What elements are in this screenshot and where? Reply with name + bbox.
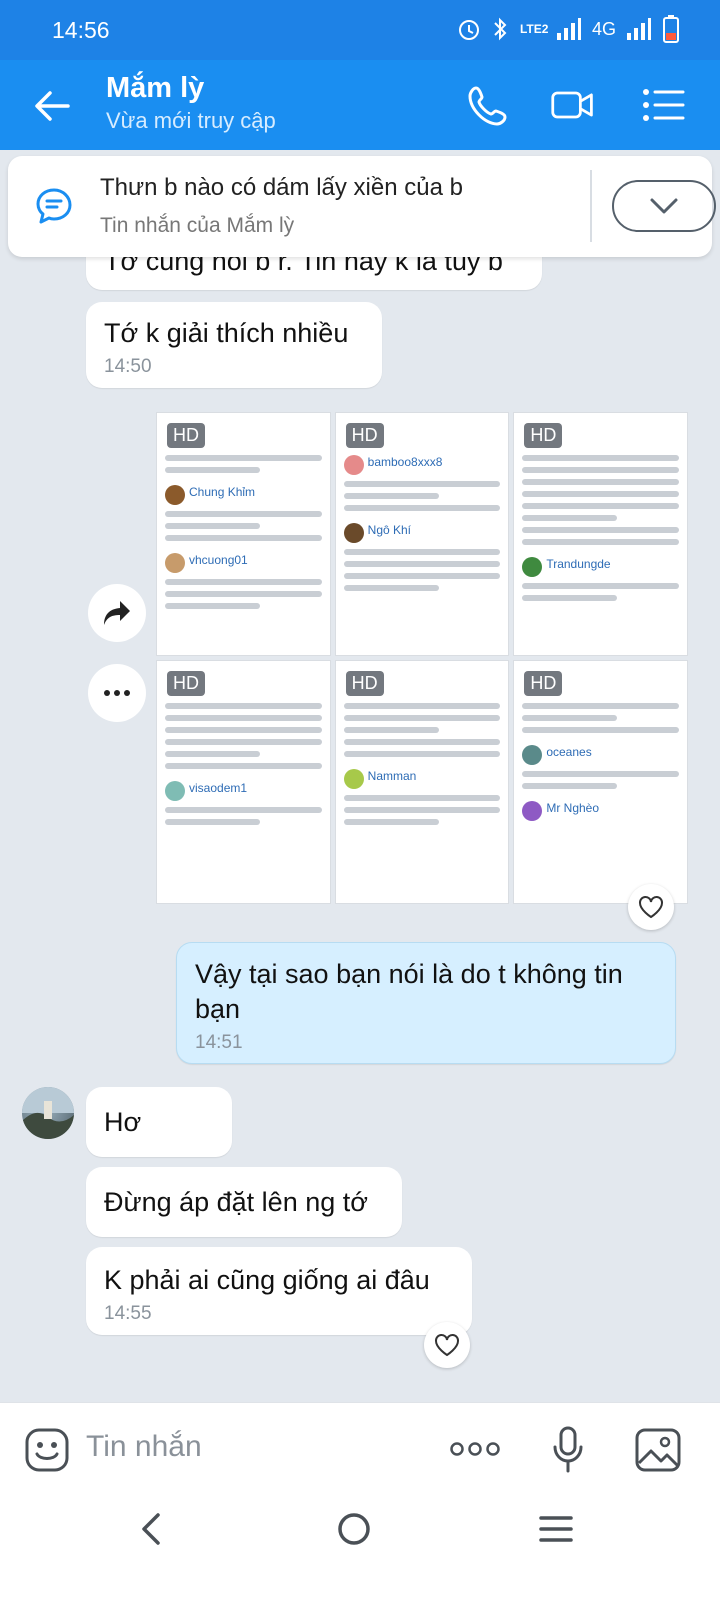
signal-2-icon bbox=[627, 18, 651, 40]
hd-badge: HD bbox=[345, 671, 384, 696]
avatar bbox=[165, 553, 185, 573]
message-text: Vậy tại sao bạn nói là do t không tin bạ… bbox=[195, 959, 623, 1024]
microphone-icon[interactable] bbox=[552, 1425, 584, 1475]
bluetooth-icon bbox=[494, 17, 507, 41]
pinned-message-bar[interactable]: Thưn b nào có dám lấy xiền của b Tin nhắ… bbox=[8, 156, 716, 257]
message-time: 14:50 bbox=[104, 356, 152, 377]
divider bbox=[590, 170, 592, 242]
alarm-icon bbox=[458, 20, 479, 40]
photo-thumbnail[interactable]: HD visaodem1 bbox=[156, 660, 331, 904]
message-time: 14:55 bbox=[104, 1303, 152, 1324]
photo-thumbnail[interactable]: HD Namman bbox=[334, 660, 510, 904]
hd-badge: HD bbox=[167, 423, 205, 448]
chevron-down-icon bbox=[650, 198, 678, 214]
message-text: K phải ai cũng giống ai đâu bbox=[104, 1265, 430, 1295]
expand-button[interactable] bbox=[612, 180, 716, 232]
photo-username: Ngô Khí bbox=[367, 523, 412, 537]
pinned-text: Thưn b nào có dám lấy xiền của b bbox=[100, 174, 463, 201]
signal-icon bbox=[556, 18, 581, 40]
photo-username: Namman bbox=[367, 769, 417, 783]
chat-header: Mắm lỳ Vừa mới truy cập bbox=[0, 60, 720, 150]
contact-name[interactable]: Mắm lỳ bbox=[106, 72, 204, 105]
more-dots-icon[interactable] bbox=[450, 1441, 500, 1457]
photo-thumbnail[interactable]: HD oceanes Mr Nghèo bbox=[513, 660, 688, 904]
status-bar: 14:56 LTE2 4G bbox=[0, 0, 720, 60]
hd-badge: HD bbox=[524, 423, 563, 448]
image-gallery-icon[interactable] bbox=[634, 1427, 682, 1473]
sticker-icon[interactable] bbox=[24, 1427, 70, 1473]
back-arrow-icon[interactable] bbox=[30, 84, 74, 128]
react-button[interactable] bbox=[628, 884, 674, 930]
message-bubble[interactable]: K phải ai cũng giống ai đâu 14:55 bbox=[86, 1247, 472, 1335]
nav-recents-icon[interactable] bbox=[538, 1514, 574, 1544]
message-bubble[interactable]: Đừng áp đặt lên ng tớ bbox=[86, 1167, 402, 1237]
avatar-image bbox=[22, 1087, 74, 1139]
avatar bbox=[343, 769, 364, 789]
hd-badge: HD bbox=[167, 671, 205, 696]
avatar bbox=[522, 801, 543, 821]
nav-back-icon[interactable] bbox=[136, 1512, 166, 1546]
menu-icon[interactable] bbox=[640, 82, 686, 128]
photo-thumbnail[interactable]: HD Trandungde bbox=[513, 412, 688, 656]
photo-username: vhcuong01 bbox=[189, 553, 248, 567]
share-arrow-icon bbox=[104, 601, 130, 625]
chat-bubble-icon bbox=[36, 188, 72, 224]
avatar bbox=[522, 745, 543, 765]
message-text: Đừng áp đặt lên ng tớ bbox=[104, 1187, 368, 1217]
pinned-sub: Tin nhắn của Mắm lỳ bbox=[100, 214, 295, 237]
heart-icon bbox=[639, 896, 663, 919]
photo-username: Chung Khỉm bbox=[189, 485, 256, 499]
status-time: 14:56 bbox=[52, 17, 110, 43]
avatar bbox=[165, 485, 185, 505]
message-bubble[interactable]: Hơ bbox=[86, 1087, 232, 1157]
hd-badge: HD bbox=[345, 423, 384, 448]
photo-username: Trandungde bbox=[546, 557, 611, 571]
message-time: 14:51 bbox=[195, 1032, 243, 1053]
photo-thumbnail[interactable]: HD Chung Khỉm vhcuong01 bbox=[156, 412, 331, 656]
message-text: Tớ k giải thích nhiều bbox=[104, 318, 349, 348]
photo-username: Mr Nghèo bbox=[546, 801, 600, 815]
my-message-bubble[interactable]: Vậy tại sao bạn nói là do t không tin bạ… bbox=[176, 942, 676, 1064]
message-bubble[interactable]: Tớ k giải thích nhiều 14:50 bbox=[86, 302, 382, 388]
more-options-button[interactable] bbox=[88, 664, 146, 722]
avatar bbox=[343, 523, 364, 543]
react-button[interactable] bbox=[424, 1322, 470, 1368]
contact-status: Vừa mới truy cập bbox=[106, 108, 276, 133]
photo-album[interactable]: HD Chung Khỉm vhcuong01 HD bamboo8xxx8 N… bbox=[156, 412, 688, 904]
message-text: Hơ bbox=[104, 1107, 142, 1137]
avatar bbox=[522, 557, 543, 577]
contact-avatar[interactable] bbox=[22, 1087, 74, 1139]
status-icons: LTE2 4G bbox=[458, 14, 680, 44]
phone-call-icon[interactable] bbox=[466, 82, 512, 128]
heart-icon bbox=[435, 1334, 459, 1357]
avatar bbox=[343, 455, 364, 475]
forward-button[interactable] bbox=[88, 584, 146, 642]
message-list[interactable]: Tớ cũng nói b r. Tin hay k là tùy b Tớ k… bbox=[0, 150, 720, 1430]
dots-icon bbox=[104, 690, 130, 696]
photo-thumbnail[interactable]: HD bamboo8xxx8 Ngô Khí bbox=[334, 412, 510, 656]
network-type: 4G bbox=[591, 18, 616, 39]
photo-username: visaodem1 bbox=[189, 781, 248, 795]
hd-badge: HD bbox=[524, 671, 563, 696]
photo-username: bamboo8xxx8 bbox=[367, 455, 443, 469]
volte-icon: LTE2 bbox=[519, 22, 549, 36]
system-nav-bar bbox=[0, 1498, 720, 1600]
battery-icon bbox=[663, 15, 679, 43]
message-input-bar: Tin nhắn bbox=[0, 1402, 720, 1498]
message-input[interactable]: Tin nhắn bbox=[86, 1430, 202, 1464]
nav-home-icon[interactable] bbox=[337, 1512, 371, 1546]
avatar bbox=[165, 781, 185, 801]
photo-username: oceanes bbox=[546, 745, 592, 759]
video-call-icon[interactable] bbox=[550, 82, 596, 128]
